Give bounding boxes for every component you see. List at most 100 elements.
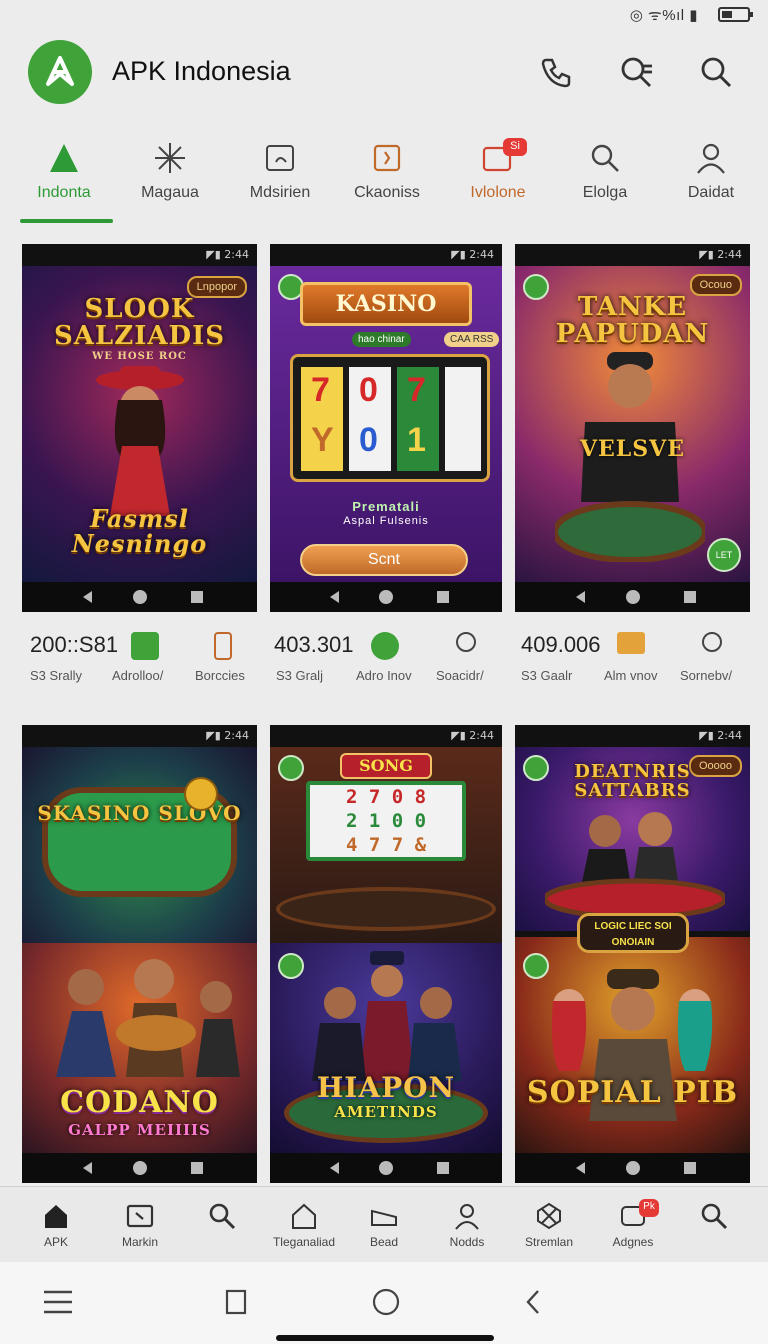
system-navigation-bar	[0, 1262, 768, 1344]
card-title: SLOOK SALZIADIS	[53, 294, 226, 352]
band-illustration	[56, 959, 240, 1077]
tab-magaua[interactable]: Magaua	[115, 136, 225, 226]
card-caption: Aspal Fulsenis	[343, 515, 429, 527]
stat-value: 403.301	[274, 632, 354, 657]
card-caption: Prematali	[352, 499, 420, 514]
search-icon	[591, 144, 619, 172]
stat-sub: Sornebv/	[680, 668, 733, 683]
players-illustration	[312, 951, 462, 1081]
house-icon	[292, 1203, 316, 1229]
list-icon	[617, 632, 645, 654]
card-subtitle: AMETINDS	[334, 1103, 438, 1121]
tab-label: Daidat	[687, 184, 735, 201]
card-nav-bar	[515, 582, 750, 612]
nav-markin[interactable]: Markin	[98, 1187, 182, 1263]
sign-badge: LOGIC LIEC SOI ONOIAIN	[577, 913, 689, 953]
square-icon	[373, 144, 401, 172]
reel-symbol: 0	[359, 421, 378, 459]
game-card-1[interactable]: ◤▮ 2:44 Lnpopor SLOOK SALZIADIS WE HOSE …	[22, 244, 257, 612]
game-card-2[interactable]: ◤▮ 2:44 KASINO hao chinar CAA RSS 7 0 7 …	[270, 244, 502, 612]
refresh-icon	[371, 632, 399, 660]
person-icon	[697, 143, 725, 174]
badge-dot-icon	[278, 755, 304, 781]
phone-icon[interactable]	[536, 52, 576, 92]
nav-label: Nodds	[449, 1235, 485, 1249]
stat-sub: Soacidr/	[436, 668, 484, 683]
tab-ivlolone[interactable]: Si Ivlolone	[443, 136, 553, 226]
card-title: DEATNRIS SATTABRS	[574, 761, 691, 801]
card-nav-bar	[22, 582, 257, 612]
card-status-bar: ◤▮ 2:44	[515, 244, 750, 266]
game-card-5[interactable]: ◤▮ 2:44 SONG 2 7 0 8 2 1 0 0 4 7 7 & HIA…	[270, 725, 502, 1183]
coin-icon	[184, 777, 218, 811]
stat-value: 200::S81	[30, 632, 119, 657]
tab-label: Indonta	[37, 184, 91, 201]
nav-tleganaliad[interactable]: Tleganaliad	[262, 1187, 346, 1263]
game-card-6[interactable]: ◤▮ 2:44 Ooooo DEATNRIS SATTABRS LOGIC LI…	[515, 725, 750, 1183]
stat-sub: Borccies	[195, 668, 245, 683]
card-artwork: Lnpopor SLOOK SALZIADIS WE HOSE ROC Fasm…	[22, 266, 257, 582]
card-nav-bar	[515, 1153, 750, 1183]
song-sign: SONG	[340, 753, 432, 779]
tab-label: Magaua	[141, 184, 199, 201]
active-tab-indicator	[20, 219, 113, 223]
person-icon	[702, 632, 722, 652]
card-chip-badge: Lnpopor	[186, 276, 247, 298]
stat-value: 409.006	[521, 632, 601, 657]
card-subtitle: GALPP MEIIIIS	[68, 1121, 211, 1139]
start-button[interactable]: Scnt	[300, 544, 468, 576]
app-logo-icon[interactable]	[28, 40, 92, 104]
slot-machine: 2 7 0 8 2 1 0 0 4 7 7 &	[306, 781, 466, 861]
home-button-icon[interactable]	[368, 1284, 404, 1320]
tab-label: Ckaoniss	[354, 184, 420, 201]
card-subtitle: WE HOSE ROC	[92, 351, 187, 362]
nav-label: Stremlan	[524, 1235, 574, 1249]
card-nav-bar	[270, 582, 502, 612]
card-chip-badge: Ocouo	[689, 274, 742, 296]
tab-daidat[interactable]: Daidat	[656, 136, 766, 226]
nav-adgnes[interactable]: Pk Adgnes	[591, 1187, 675, 1263]
nav-label: Adgnes	[612, 1235, 654, 1249]
tab-ckaoniss[interactable]: Ckaoniss	[332, 136, 442, 226]
nav-search-2[interactable]	[672, 1187, 756, 1263]
tablet-icon	[126, 1204, 154, 1228]
lock-icon	[214, 632, 232, 660]
card-nav-bar	[270, 1153, 502, 1183]
nav-apk[interactable]: APK	[14, 1187, 98, 1263]
person-icon	[455, 1204, 479, 1230]
recents-icon[interactable]	[218, 1284, 254, 1320]
category-tabs: Indonta Magaua Mdsirien Ckaoniss Si Ivlo…	[0, 136, 768, 226]
tab-indonta[interactable]: Indonta	[9, 136, 119, 226]
tab-elolga[interactable]: Elolga	[550, 136, 660, 226]
search-icon[interactable]	[696, 52, 736, 92]
gesture-bar[interactable]	[276, 1335, 494, 1341]
tab-mdsirien[interactable]: Mdsirien	[225, 136, 335, 226]
reel-row: 2 1 0 0	[345, 810, 427, 832]
card-title-bottom: HIAPON	[316, 1071, 456, 1104]
card-artwork-lower: HIAPON AMETINDS	[270, 943, 502, 1153]
stat-sub: S3 Gralj	[276, 668, 323, 683]
search-filter-icon[interactable]	[616, 52, 656, 92]
reel-symbol: Y	[311, 421, 334, 459]
game-card-3[interactable]: ◤▮ 2:44 Ocouo TANKE PAPUDAN VELSVE LET	[515, 244, 750, 612]
nav-search[interactable]	[180, 1187, 264, 1263]
nav-label: Bead	[369, 1235, 399, 1249]
card-artwork: SONG 2 7 0 8 2 1 0 0 4 7 7 &	[270, 747, 502, 943]
app-header: APK Indonesia	[0, 38, 768, 106]
home-icon	[45, 1205, 67, 1228]
nav-stremlan[interactable]: Stremlan	[507, 1187, 591, 1263]
bottom-navigation: APK Markin Tleganaliad Bead Nodds Streml…	[0, 1186, 768, 1262]
battery-icon	[718, 7, 753, 22]
game-card-4[interactable]: ◤▮ 2:44 SKASINO SLOVO CODANO GALPP MEIII…	[22, 725, 257, 1183]
shirt-text: VELSVE	[579, 436, 686, 462]
search-icon	[209, 1203, 236, 1230]
reel-symbol: 0	[359, 371, 378, 409]
nav-label: APK	[43, 1235, 68, 1249]
menu-icon[interactable]	[40, 1284, 76, 1320]
nav-nodds[interactable]: Nodds	[425, 1187, 509, 1263]
card-status-bar: ◤▮ 2:44	[22, 244, 257, 266]
back-icon[interactable]	[516, 1284, 552, 1320]
nav-bead[interactable]: Bead	[342, 1187, 426, 1263]
card-status-bar: ◤▮ 2:44	[270, 244, 502, 266]
tab-label: Mdsirien	[249, 184, 311, 201]
